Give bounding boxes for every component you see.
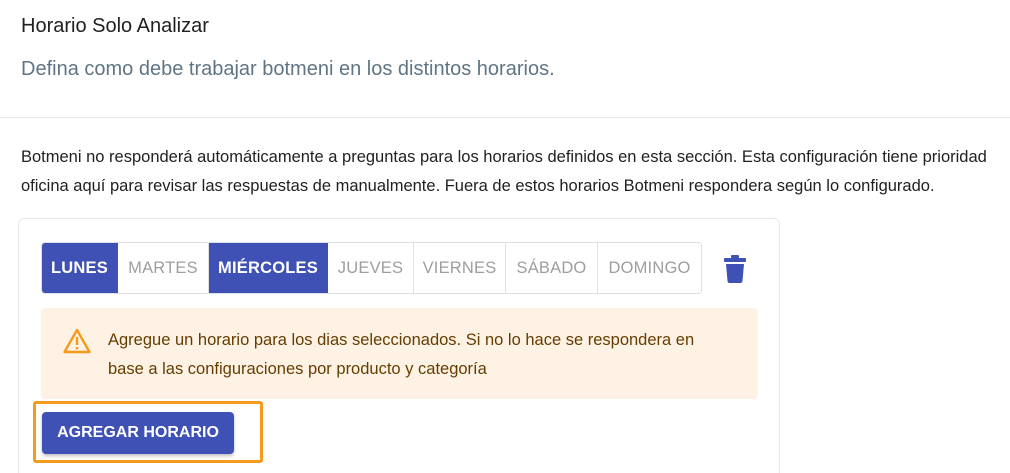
divider — [0, 117, 1010, 118]
description-text: Botmeni no responderá automáticamente a … — [21, 143, 1010, 201]
day-toggle-miercoles[interactable]: MIÉRCOLES — [209, 243, 328, 293]
alert-message: Agregue un horario para los dias selecci… — [108, 331, 695, 378]
day-toggle-domingo[interactable]: DOMINGO — [598, 243, 701, 293]
day-toggle-sabado[interactable]: SÁBADO — [506, 243, 598, 293]
add-schedule-button[interactable]: AGREGAR HORARIO — [42, 412, 234, 454]
schedule-settings-page: Horario Solo Analizar Defina como debe t… — [0, 0, 1010, 473]
description-line-2: oficina aquí para revisar las respuestas… — [21, 177, 935, 195]
description-line-1: Botmeni no responderá automáticamente a … — [21, 148, 987, 166]
section-subtitle: Defina como debe trabajar botmeni en los… — [21, 58, 555, 80]
day-toggle-martes[interactable]: MARTES — [118, 243, 209, 293]
delete-button[interactable] — [722, 254, 748, 284]
day-toggle-jueves[interactable]: JUEVES — [328, 243, 414, 293]
day-selector: LUNES MARTES MIÉRCOLES JUEVES VIERNES SÁ… — [41, 242, 702, 294]
day-toggle-viernes[interactable]: VIERNES — [414, 243, 506, 293]
trash-icon — [724, 255, 746, 283]
warning-icon — [63, 328, 91, 354]
warning-alert: Agregue un horario para los dias selecci… — [41, 308, 758, 399]
section-title: Horario Solo Analizar — [21, 15, 209, 37]
day-toggle-lunes[interactable]: LUNES — [42, 243, 118, 293]
